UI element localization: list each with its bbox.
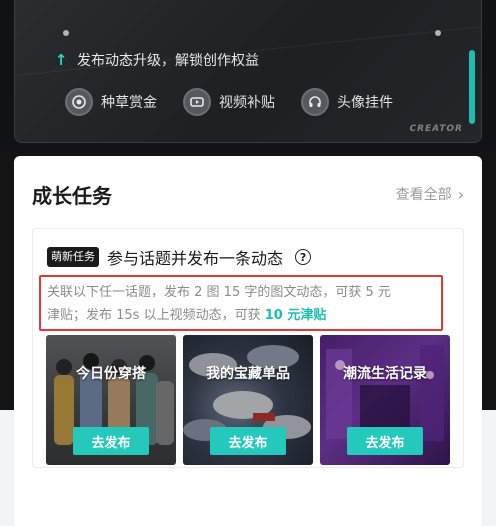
upgrade-text: 发布动态升级，解锁创作权益: [77, 53, 259, 69]
chevron-right-icon: ›: [457, 184, 464, 204]
section-title: 成长任务: [32, 184, 112, 208]
headphone-icon: [301, 88, 329, 116]
task-description: 关联以下任一话题，发布 2 图 15 字的图文动态，可获 5 元 津贴；发布 1…: [39, 275, 443, 331]
creator-benefits-card[interactable]: ↑ 发布动态升级，解锁创作权益 种草赏金 视频补贴 头像挂件 CREATOR: [14, 0, 482, 143]
coin-icon: [65, 88, 93, 116]
view-all-label: 查看全部: [395, 187, 452, 203]
perk-label: 视频补贴: [219, 95, 275, 111]
decor-dot: [63, 30, 69, 36]
reward-highlight: 10 元津贴: [264, 308, 327, 323]
growth-tasks-card: 成长任务 查看全部 › 萌新任务 参与话题并发布一条动态 ? 关联以下任一话题，…: [14, 156, 482, 526]
topic-name: 今日份穿搭: [76, 366, 146, 382]
arrow-up-icon: ↑: [54, 51, 68, 69]
video-icon: [183, 88, 211, 116]
topic-card-outfit[interactable]: 今日份穿搭 去发布: [46, 335, 176, 465]
task-item: 萌新任务 参与话题并发布一条动态 ? 关联以下任一话题，发布 2 图 15 字的…: [32, 228, 464, 468]
decor-dot: [435, 30, 441, 36]
topic-name: 我的宝藏单品: [206, 366, 290, 382]
decor-stripe: [469, 50, 475, 124]
perk-label: 头像挂件: [337, 95, 393, 111]
topic-card-treasure[interactable]: 我的宝藏单品 去发布: [183, 335, 313, 465]
perk-label: 种草赏金: [101, 95, 157, 111]
view-all-link[interactable]: 查看全部 ›: [396, 184, 464, 204]
newbie-task-badge: 萌新任务: [47, 247, 99, 267]
creator-watermark: CREATOR: [409, 124, 463, 134]
task-desc-line2: 津贴；发布 15s 以上视频动态，可获 10 元津贴: [47, 304, 435, 327]
perk-avatar-pendant[interactable]: 头像挂件: [301, 88, 393, 116]
creator-banner: ↑ 发布动态升级，解锁创作权益 种草赏金 视频补贴 头像挂件 CREATOR: [0, 0, 496, 150]
help-icon[interactable]: ?: [295, 249, 312, 265]
task-desc-line1: 关联以下任一话题，发布 2 图 15 字的图文动态，可获 5 元: [47, 285, 391, 300]
publish-button[interactable]: 去发布: [347, 427, 423, 455]
publish-button[interactable]: 去发布: [210, 427, 286, 455]
upgrade-row[interactable]: ↑ 发布动态升级，解锁创作权益: [53, 50, 259, 70]
perk-reward[interactable]: 种草赏金: [65, 88, 157, 116]
perk-list: 种草赏金 视频补贴 头像挂件: [65, 88, 393, 116]
topic-card-lifestyle[interactable]: 潮流生活记录 去发布: [320, 335, 450, 465]
topic-list: 今日份穿搭 去发布 我的宝藏单品 去发布 潮流生活记录 去发布: [46, 335, 450, 465]
perk-video-subsidy[interactable]: 视频补贴: [183, 88, 275, 116]
task-title: 参与话题并发布一条动态: [107, 249, 284, 268]
topic-name: 潮流生活记录: [343, 366, 427, 382]
task-header: 萌新任务 参与话题并发布一条动态 ?: [47, 245, 312, 269]
publish-button[interactable]: 去发布: [73, 427, 149, 455]
task-desc-line2-text: 津贴；发布 15s 以上视频动态，可获: [47, 308, 265, 323]
